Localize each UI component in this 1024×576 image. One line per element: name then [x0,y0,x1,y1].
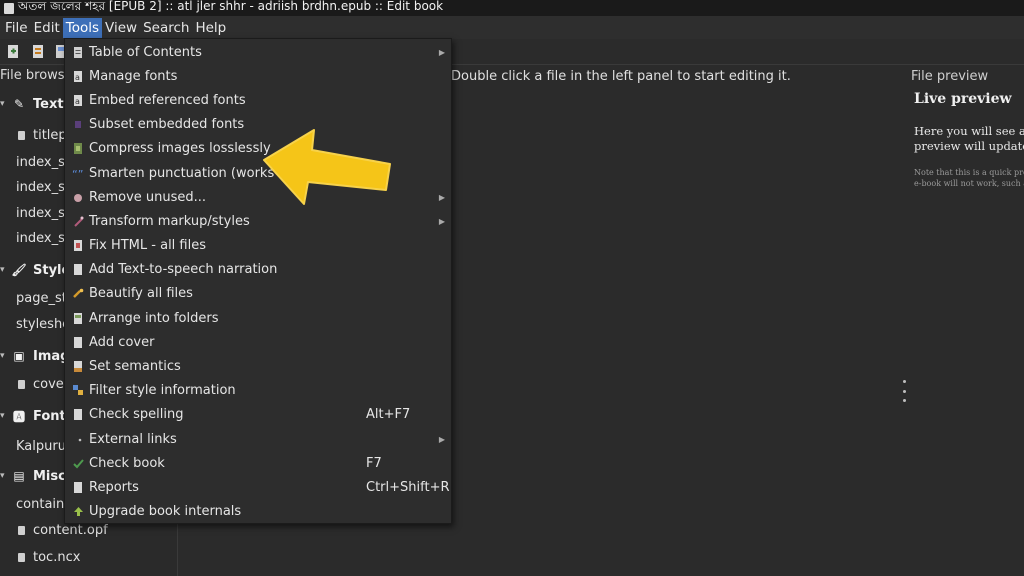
editor-message: Double click a file in the left panel to… [451,69,791,84]
menu-item-filter-style[interactable]: Filter style information [65,379,451,403]
filter-icon [72,385,84,397]
shortcut-label: Ctrl+Shift+R [366,479,450,495]
spell-icon [72,409,84,421]
svg-text:a: a [75,97,80,106]
remove-icon [72,191,84,203]
grip-dot [903,399,906,402]
shortcut-label: Alt+F7 [366,407,411,423]
menu-item-external-links[interactable]: External links ▶ [65,427,451,451]
expand-icon[interactable]: ▾ [0,471,8,481]
preview-body: Here you will see a live preview will up… [914,124,1024,153]
file-icon [18,379,25,389]
grip-dot [903,380,906,383]
font-icon: a [72,70,84,82]
speech-icon [72,264,84,276]
wand-icon [72,215,84,227]
submenu-arrow-icon: ▶ [438,47,445,57]
preview-heading: Live preview [914,91,1012,107]
submenu-arrow-icon: ▶ [438,216,445,226]
menu-item-set-semantics[interactable]: Set semantics [65,354,451,378]
menu-item-manage-fonts[interactable]: a Manage fonts [65,64,451,88]
quotes-icon: “” [72,167,84,179]
file-icon [18,130,25,140]
tools-menu: Table of Contents ▶ a Manage fonts a Emb… [64,38,452,524]
menu-item-smarten-punctuation[interactable]: “” Smarten punctuation (works best on En… [65,161,451,185]
brush-icon: 🖌 [11,263,27,277]
folder-icon [72,312,84,324]
menu-item-embed-fonts[interactable]: a Embed referenced fonts [65,88,451,112]
subset-icon [72,119,84,131]
menu-view[interactable]: View [102,18,140,38]
menu-item-compress-images[interactable]: Compress images losslessly [65,137,451,161]
menu-item-check-book[interactable]: Check book F7 [65,451,451,475]
menu-item-arrange-folders[interactable]: Arrange into folders [65,306,451,330]
file-item[interactable]: toc.ncx [18,545,80,569]
upgrade-icon [72,506,84,518]
menu-search[interactable]: Search [140,18,192,38]
file-icon [18,552,25,562]
text-icon: ✎ [13,97,25,111]
import-files-icon[interactable] [30,44,46,60]
expand-icon[interactable]: ▾ [0,411,8,421]
fix-icon [72,240,84,252]
svg-text:“”: “” [72,168,83,179]
menu-item-subset-fonts[interactable]: Subset embedded fonts [65,113,451,137]
menu-item-add-narration[interactable]: Add Text-to-speech narration [65,258,451,282]
menu-item-remove-unused[interactable]: Remove unused... ▶ [65,185,451,209]
menu-file[interactable]: File [2,18,31,38]
toc-icon [72,46,84,58]
menu-bar: File Edit Tools View Search Help [0,16,1024,39]
preview-title: File preview [911,69,989,84]
cover-icon [72,336,84,348]
app-icon [4,2,14,14]
expand-icon[interactable]: ▾ [0,99,8,109]
semantics-icon [72,361,84,373]
menu-item-upgrade-internals[interactable]: Upgrade book internals [65,500,451,524]
svg-text:a: a [75,73,80,82]
grip-dot [903,389,906,393]
new-file-icon[interactable] [6,44,22,60]
menu-item-check-spelling[interactable]: Check spelling Alt+F7 [65,403,451,427]
group-fonts[interactable]: ▾ 🅰 Fonts [0,404,74,428]
shortcut-label: F7 [366,455,382,471]
bullet-icon [72,433,84,445]
menu-item-add-cover[interactable]: Add cover [65,330,451,354]
menu-help[interactable]: Help [192,18,229,38]
group-text[interactable]: ▾ ✎ Text [0,92,64,116]
expand-icon[interactable]: ▾ [0,265,8,275]
compress-icon [72,143,84,155]
menu-item-transform-markup[interactable]: Transform markup/styles ▶ [65,209,451,233]
menu-item-reports[interactable]: Reports Ctrl+Shift+R [65,475,451,499]
expand-icon[interactable]: ▾ [0,351,8,361]
file-icon [18,525,25,535]
menu-edit[interactable]: Edit [31,18,63,38]
menu-tools[interactable]: Tools [62,17,103,38]
menu-item-table-of-contents[interactable]: Table of Contents ▶ [65,40,451,64]
font-icon: 🅰 [12,409,25,424]
image-icon: ▣ [13,349,25,363]
menu-item-beautify[interactable]: Beautify all files [65,282,451,306]
reports-icon [72,481,84,493]
beautify-icon [72,288,84,300]
check-icon [72,457,84,469]
submenu-arrow-icon: ▶ [438,192,445,202]
font-icon: a [72,94,84,106]
file-preview-panel: File preview Live preview Here you will … [907,66,1024,576]
menu-item-fix-html[interactable]: Fix HTML - all files [65,234,451,258]
title-bar: অতল জলের শহর [EPUB 2] :: atl jler shhr -… [0,0,1024,16]
misc-icon: ▤ [13,469,25,483]
submenu-arrow-icon: ▶ [438,434,445,444]
file-item[interactable]: cover [18,372,69,396]
window-title: অতল জলের শহর [EPUB 2] :: atl jler shhr -… [18,0,444,13]
preview-note: Note that this is a quick preview e-book… [914,168,1024,188]
